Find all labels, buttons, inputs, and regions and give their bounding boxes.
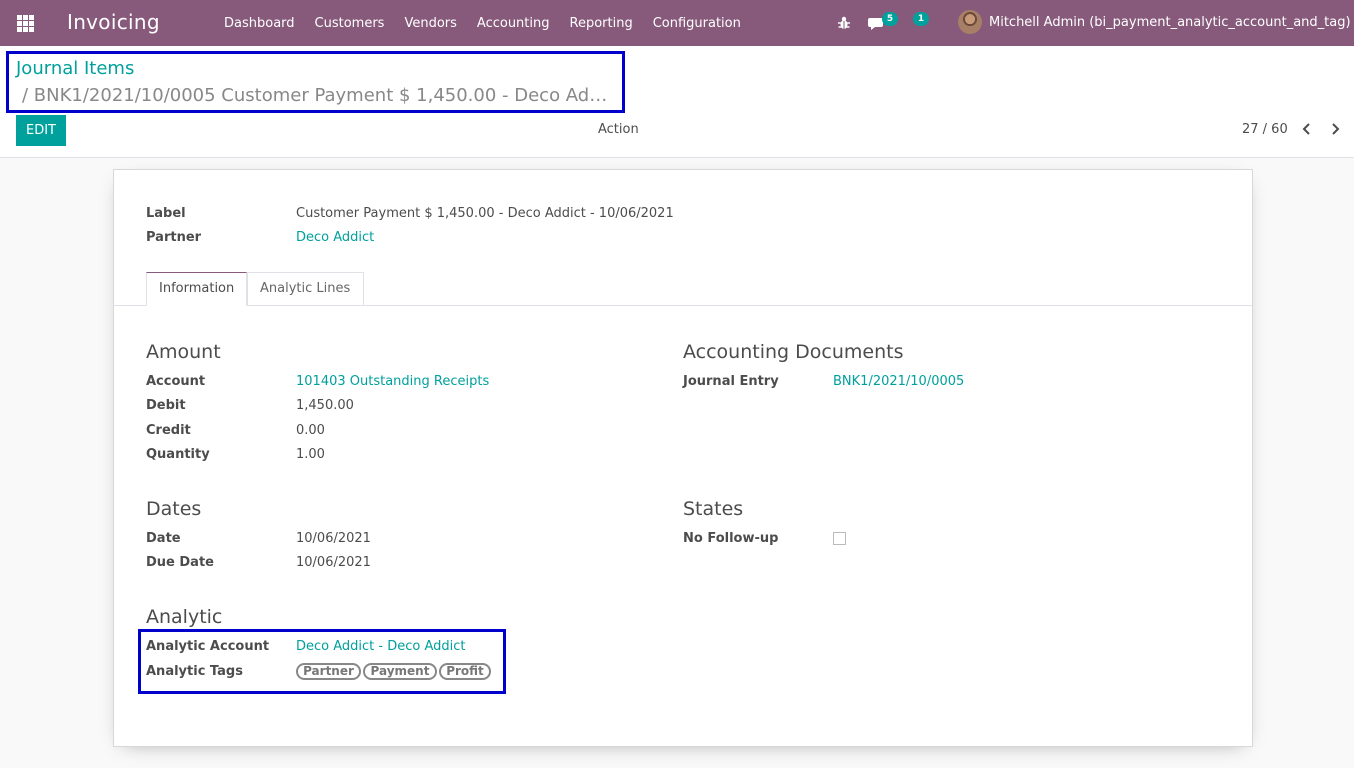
date-field-label: Date xyxy=(146,531,181,546)
accounting-documents-group-title: Accounting Documents xyxy=(683,341,904,363)
pager-value[interactable]: 27 / 60 xyxy=(1242,122,1288,137)
control-panel: Journal Items / BNK1/2021/10/0005 Custom… xyxy=(0,46,1354,158)
notebook-tabs: Information Analytic Lines xyxy=(114,272,1252,306)
menu-customers[interactable]: Customers xyxy=(305,16,395,31)
top-navbar: Invoicing Dashboard Customers Vendors Ac… xyxy=(0,0,1354,46)
account-link[interactable]: 101403 Outstanding Receipts xyxy=(296,374,489,389)
chevron-left-icon[interactable] xyxy=(1300,122,1314,136)
no-followup-field-label: No Follow-up xyxy=(683,531,779,546)
no-followup-checkbox[interactable] xyxy=(833,532,846,545)
journal-entry-link[interactable]: BNK1/2021/10/0005 xyxy=(833,374,964,389)
menu-accounting[interactable]: Accounting xyxy=(467,16,560,31)
credit-field-label: Credit xyxy=(146,423,191,438)
label-field-value: Customer Payment $ 1,450.00 - Deco Addic… xyxy=(296,206,674,221)
main-menu: Dashboard Customers Vendors Accounting R… xyxy=(214,0,751,46)
bug-icon[interactable] xyxy=(836,15,852,31)
states-group-title: States xyxy=(683,498,744,520)
action-dropdown[interactable]: Action xyxy=(598,122,639,137)
account-field-label: Account xyxy=(146,374,206,389)
highlight-box-analytic xyxy=(138,629,506,694)
due-date-field-label: Due Date xyxy=(146,555,214,570)
edit-button[interactable]: EDIT xyxy=(16,115,66,146)
journal-entry-field-label: Journal Entry xyxy=(683,374,779,389)
label-field-label: Label xyxy=(146,206,186,221)
due-date-value: 10/06/2021 xyxy=(296,555,371,570)
menu-configuration[interactable]: Configuration xyxy=(643,16,751,31)
menu-reporting[interactable]: Reporting xyxy=(560,16,643,31)
chevron-right-icon[interactable] xyxy=(1328,122,1342,136)
debit-field-label: Debit xyxy=(146,398,186,413)
form-sheet: Label Customer Payment $ 1,450.00 - Deco… xyxy=(113,169,1253,747)
quantity-field-label: Quantity xyxy=(146,447,210,462)
tab-analytic-lines[interactable]: Analytic Lines xyxy=(247,272,364,306)
quantity-value: 1.00 xyxy=(296,447,325,462)
messages-count-badge[interactable]: 5 xyxy=(882,12,898,26)
menu-dashboard[interactable]: Dashboard xyxy=(214,16,305,31)
analytic-group-title: Analytic xyxy=(146,606,223,628)
debit-value: 1,450.00 xyxy=(296,398,354,413)
partner-link[interactable]: Deco Addict xyxy=(296,230,374,245)
menu-vendors[interactable]: Vendors xyxy=(394,16,466,31)
app-name[interactable]: Invoicing xyxy=(67,10,160,34)
activities-count-badge[interactable]: 1 xyxy=(913,12,929,26)
partner-field-label: Partner xyxy=(146,230,202,245)
apps-menu-icon[interactable] xyxy=(17,15,34,32)
amount-group-title: Amount xyxy=(146,341,221,363)
date-value: 10/06/2021 xyxy=(296,531,371,546)
credit-value: 0.00 xyxy=(296,423,325,438)
user-menu[interactable]: Mitchell Admin (bi_payment_analytic_acco… xyxy=(989,15,1351,30)
dates-group-title: Dates xyxy=(146,498,202,520)
tab-information[interactable]: Information xyxy=(146,272,247,306)
highlight-box-breadcrumb xyxy=(6,51,625,113)
user-avatar[interactable] xyxy=(958,10,982,34)
